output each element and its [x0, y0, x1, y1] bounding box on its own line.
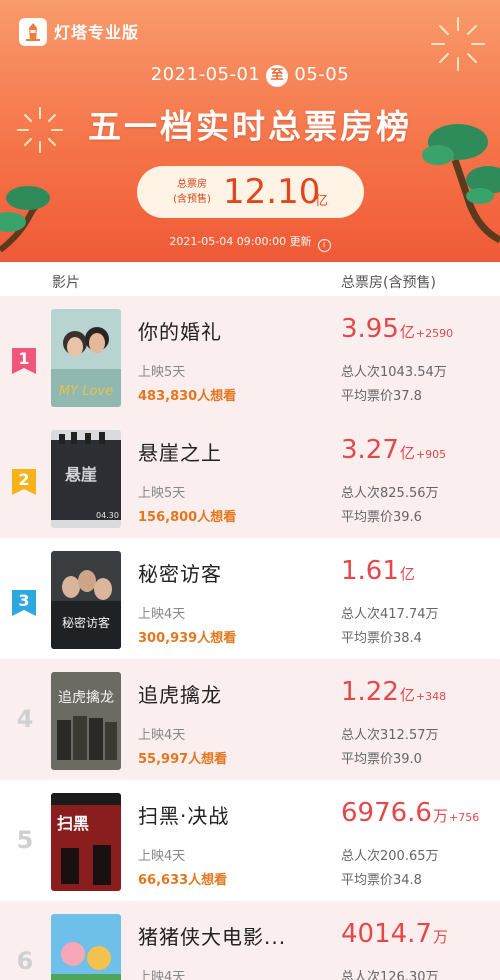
svg-text:追虎擒龙: 追虎擒龙 [58, 689, 114, 706]
total-unit: 亿 [315, 194, 329, 209]
movie-row[interactable]: 3 秘密访客 秘密访客 上映4天 300,939人想看 1.61亿 总人次417… [0, 538, 500, 659]
total-viewers: 总人次825.56万 [341, 486, 439, 501]
average-price: 平均票价37.8 [341, 389, 422, 404]
rank-number: 6 [16, 947, 34, 975]
date-end: 05-05 [294, 64, 350, 85]
movie-row[interactable]: 2 悬崖 04.30 悬崖之上 上映5天 156,800人想看 3.27亿+90… [0, 417, 500, 538]
page-title: 五一档实时总票房榜 [88, 107, 412, 146]
movie-poster[interactable]: 秘密访客 [51, 551, 121, 649]
movie-row[interactable]: 5 扫黑 扫黑·决战 上映4天 66,633人想看 6976.6万+756 总人… [0, 780, 500, 901]
want-to-see: 55,997人想看 [138, 752, 228, 767]
total-viewers: 总人次417.74万 [341, 607, 439, 622]
release-days: 上映5天 [138, 486, 186, 501]
movie-title[interactable]: 秘密访客 [138, 558, 222, 587]
movie-title[interactable]: 你的婚礼 [138, 316, 222, 345]
movie-row[interactable]: 1 MY Love 你的婚礼 上映5天 483,830人想看 3.95亿+259… [0, 296, 500, 417]
average-price: 平均票价39.6 [341, 510, 422, 525]
average-price: 平均票价39.0 [341, 752, 422, 767]
total-label-line2: (含预售) [173, 194, 211, 205]
lighthouse-icon [26, 23, 40, 41]
movie-poster[interactable]: 扫黑 [51, 793, 121, 891]
movie-row[interactable]: 6 猪猪侠大电影... 上映4天 4014.7万 总人次126.30万 [0, 901, 500, 980]
total-viewers: 总人次200.65万 [341, 849, 439, 864]
header-banner: 灯塔专业版 2021-05-01 至 05-05 五一档实时总票房榜 总票房 (含预… [0, 0, 500, 262]
movie-poster[interactable]: 悬崖 04.30 [51, 430, 121, 528]
svg-text:MY Love: MY Love [59, 384, 113, 399]
average-price: 平均票价34.8 [341, 873, 422, 888]
want-to-see: 300,939人想看 [138, 631, 237, 646]
movie-poster[interactable]: MY Love [51, 309, 121, 407]
column-header-box-office: 总票房(含预售) [341, 275, 436, 291]
movie-title[interactable]: 扫黑·决战 [138, 800, 229, 829]
update-time-text: 2021-05-04 09:00:00 更新 [169, 235, 312, 248]
svg-text:秘密访客: 秘密访客 [62, 615, 110, 630]
date-range: 2021-05-01 至 05-05 [0, 64, 500, 87]
movie-poster[interactable] [51, 914, 121, 980]
app-name: 灯塔专业版 [54, 23, 140, 42]
total-box-office-card: 总票房 (含预售) 12.10 亿 [137, 166, 364, 218]
rank-number: 5 [16, 826, 34, 854]
app-logo [19, 18, 47, 46]
total-viewers: 总人次1043.54万 [341, 365, 447, 380]
column-header-film: 影片 [52, 275, 80, 291]
movie-poster[interactable]: 追虎擒龙 [51, 672, 121, 770]
release-days: 上映4天 [138, 728, 186, 743]
release-days: 上映4天 [138, 970, 186, 980]
movie-title[interactable]: 悬崖之上 [138, 437, 222, 466]
box-office: 1.61亿 [341, 556, 415, 586]
to-badge: 至 [266, 65, 289, 87]
movie-row[interactable]: 4 追虎擒龙 追虎擒龙 上映4天 55,997人想看 1.22亿+348 总人次… [0, 659, 500, 780]
table-header: 影片 总票房(含预售) [0, 262, 500, 296]
movie-title[interactable]: 猪猪侠大电影... [138, 921, 286, 950]
total-label-line1: 总票房 [177, 179, 207, 190]
rank-badge: 2 [12, 469, 36, 495]
want-to-see: 66,633人想看 [138, 873, 228, 888]
movie-title[interactable]: 追虎擒龙 [138, 679, 222, 708]
rank-badge: 1 [12, 348, 36, 374]
total-value: 12.10 [223, 172, 321, 212]
rank-number: 4 [16, 705, 34, 733]
want-to-see: 156,800人想看 [138, 510, 237, 525]
date-start: 2021-05-01 [150, 64, 261, 85]
box-office: 4014.7万 [341, 919, 448, 949]
release-days: 上映4天 [138, 607, 186, 622]
total-viewers: 总人次126.30万 [341, 970, 439, 980]
want-to-see: 483,830人想看 [138, 389, 237, 404]
release-days: 上映4天 [138, 849, 186, 864]
box-office: 3.27亿+905 [341, 435, 447, 465]
total-label: 总票房 (含预售) [167, 177, 217, 207]
average-price: 平均票价38.4 [341, 631, 422, 646]
firework-right-icon [431, 17, 485, 71]
svg-text:悬崖: 悬崖 [64, 465, 97, 484]
svg-text:扫黑: 扫黑 [57, 814, 89, 833]
box-office: 3.95亿+2590 [341, 314, 454, 344]
rank-badge: 3 [12, 590, 36, 616]
box-office: 1.22亿+348 [341, 677, 447, 707]
total-viewers: 总人次312.57万 [341, 728, 439, 743]
svg-text:04.30: 04.30 [96, 511, 119, 520]
release-days: 上映5天 [138, 365, 186, 380]
box-office: 6976.6万+756 [341, 798, 480, 828]
update-time: 2021-05-04 09:00:00 更新 i [0, 233, 500, 252]
info-icon[interactable]: i [317, 239, 331, 252]
